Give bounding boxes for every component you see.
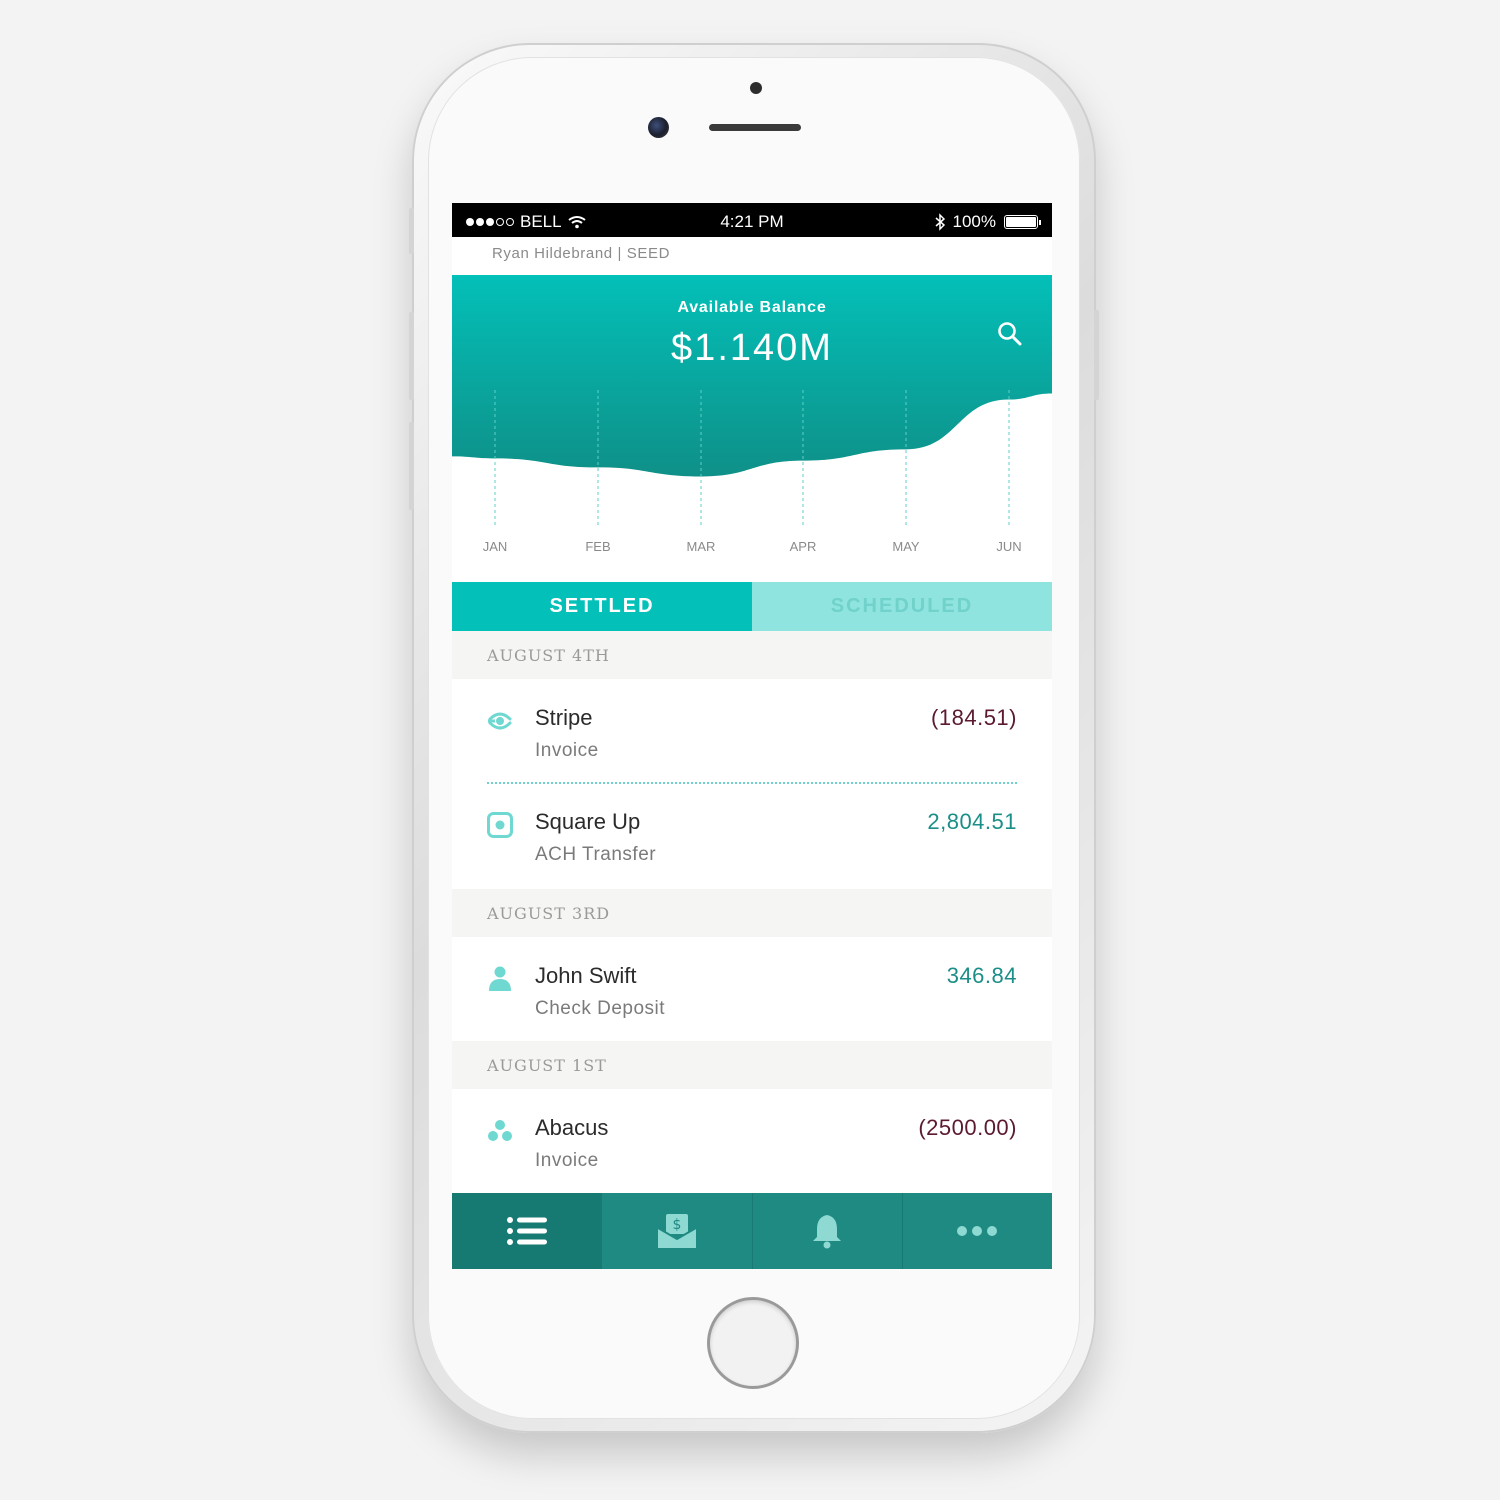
abacus-icon <box>488 1120 512 1141</box>
bluetooth-icon <box>935 213 945 231</box>
transaction-type: Check Deposit <box>535 998 666 1019</box>
x-tick-label: MAR <box>687 539 716 554</box>
transaction-amount: (2500.00) <box>918 1115 1017 1140</box>
x-tick-label: JUN <box>996 539 1021 554</box>
date-header: AUGUST 3RD <box>452 889 1052 937</box>
front-camera <box>648 117 669 138</box>
x-tick-label: MAY <box>892 539 920 554</box>
transaction-amount: 2,804.51 <box>927 809 1017 834</box>
date-header: AUGUST 4TH <box>452 631 1052 679</box>
transaction-type: ACH Transfer <box>535 844 657 865</box>
transaction-row[interactable]: Square Up ACH Transfer 2,804.51 <box>452 783 1052 886</box>
balance-value: $1.140M <box>671 327 833 369</box>
svg-text:$: $ <box>672 1217 681 1233</box>
transaction-name: Abacus <box>535 1115 609 1140</box>
transaction-tabs: SETTLED SCHEDULED <box>452 582 1052 631</box>
nav-more[interactable] <box>901 1193 1052 1269</box>
transaction-row[interactable]: Stripe Invoice (184.51) <box>452 679 1052 782</box>
deposit-icon: $ <box>657 1214 697 1248</box>
transaction-amount: (184.51) <box>931 705 1017 730</box>
more-icon <box>957 1226 998 1236</box>
account-label: Ryan Hildebrand | SEED <box>492 245 671 262</box>
x-tick-label: APR <box>790 539 817 554</box>
square-icon <box>487 812 513 838</box>
volume-up-button <box>409 312 414 400</box>
mute-switch <box>409 208 414 254</box>
transaction-name: John Swift <box>535 963 637 988</box>
bottom-nav: $ <box>452 1193 1052 1269</box>
transaction-row[interactable]: Abacus Invoice (2500.00) <box>452 1089 1052 1192</box>
date-header: AUGUST 1ST <box>452 1041 1052 1089</box>
transaction-name: Stripe <box>535 705 593 730</box>
balance-label: Available Balance <box>677 299 827 316</box>
status-bar: BELL 4:21 PM 100% <box>452 203 1052 237</box>
battery-icon <box>1004 215 1041 229</box>
tab-settled[interactable]: SETTLED <box>452 582 752 631</box>
nav-deposit[interactable]: $ <box>601 1193 751 1269</box>
nav-notifications[interactable] <box>751 1193 902 1269</box>
home-button[interactable] <box>707 1297 799 1389</box>
battery-percent: 100% <box>952 212 996 231</box>
status-right: 100% <box>935 212 1041 232</box>
x-tick-label: FEB <box>585 539 610 554</box>
transaction-row[interactable]: John Swift Check Deposit 346.84 <box>452 937 1052 1040</box>
transaction-amount: 346.84 <box>946 963 1017 988</box>
balance-chart-svg: JAN FEB MAR APR MAY JUN <box>452 275 1052 554</box>
bell-icon <box>813 1215 842 1249</box>
transaction-name: Square Up <box>535 809 641 834</box>
tab-scheduled[interactable]: SCHEDULED <box>752 582 1052 631</box>
search-icon[interactable] <box>996 320 1024 348</box>
volume-down-button <box>409 422 414 510</box>
balance-chart: JAN FEB MAR APR MAY JUN <box>452 275 1052 583</box>
power-button <box>1094 310 1099 400</box>
transaction-type: Invoice <box>535 1150 599 1171</box>
x-tick-label: JAN <box>483 539 508 554</box>
person-icon <box>489 966 511 991</box>
proximity-sensor <box>750 82 762 94</box>
app-screen: BELL 4:21 PM 100% Ryan Hildebrand | SEED… <box>452 203 1052 1269</box>
transaction-type: Invoice <box>535 740 599 761</box>
earpiece-speaker <box>709 124 801 131</box>
list-icon <box>506 1217 547 1245</box>
nav-transactions[interactable] <box>452 1193 602 1269</box>
stripe-icon <box>488 712 512 730</box>
